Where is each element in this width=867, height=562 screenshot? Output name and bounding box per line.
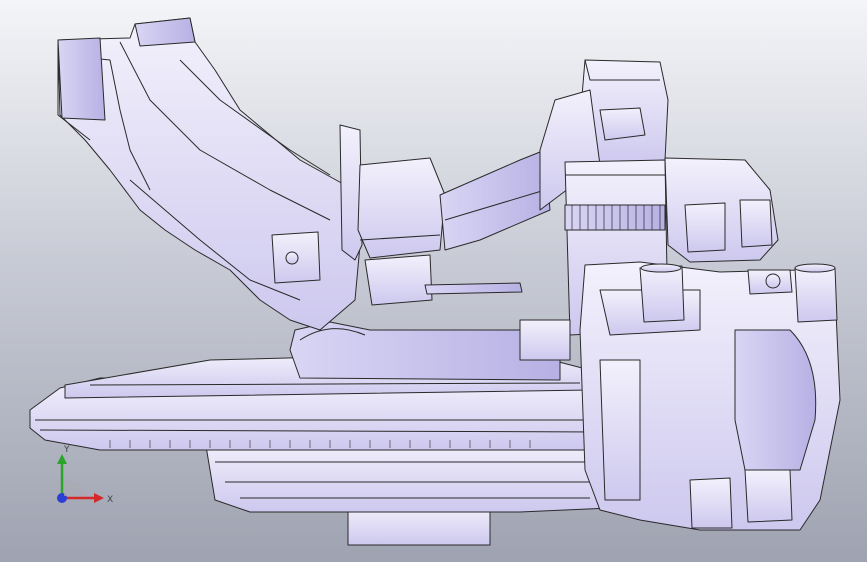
coordinate-triad-icon: Y X <box>57 445 113 505</box>
brake-line <box>424 282 523 295</box>
hub-housing <box>204 439 611 513</box>
strut <box>439 149 551 251</box>
caliper-piston-left <box>639 265 685 323</box>
cad-assembly-model[interactable] <box>0 0 867 562</box>
arm-end-block <box>57 37 106 121</box>
caliper-piston-right <box>794 267 838 323</box>
caliper-window <box>734 329 817 471</box>
x-axis-label: X <box>107 495 113 505</box>
y-axis-label: Y <box>63 445 70 455</box>
mount-block <box>357 157 446 259</box>
upper-arm <box>57 17 361 331</box>
graphics-viewport[interactable]: Y X <box>0 0 867 562</box>
arm-top-pad <box>134 17 196 47</box>
